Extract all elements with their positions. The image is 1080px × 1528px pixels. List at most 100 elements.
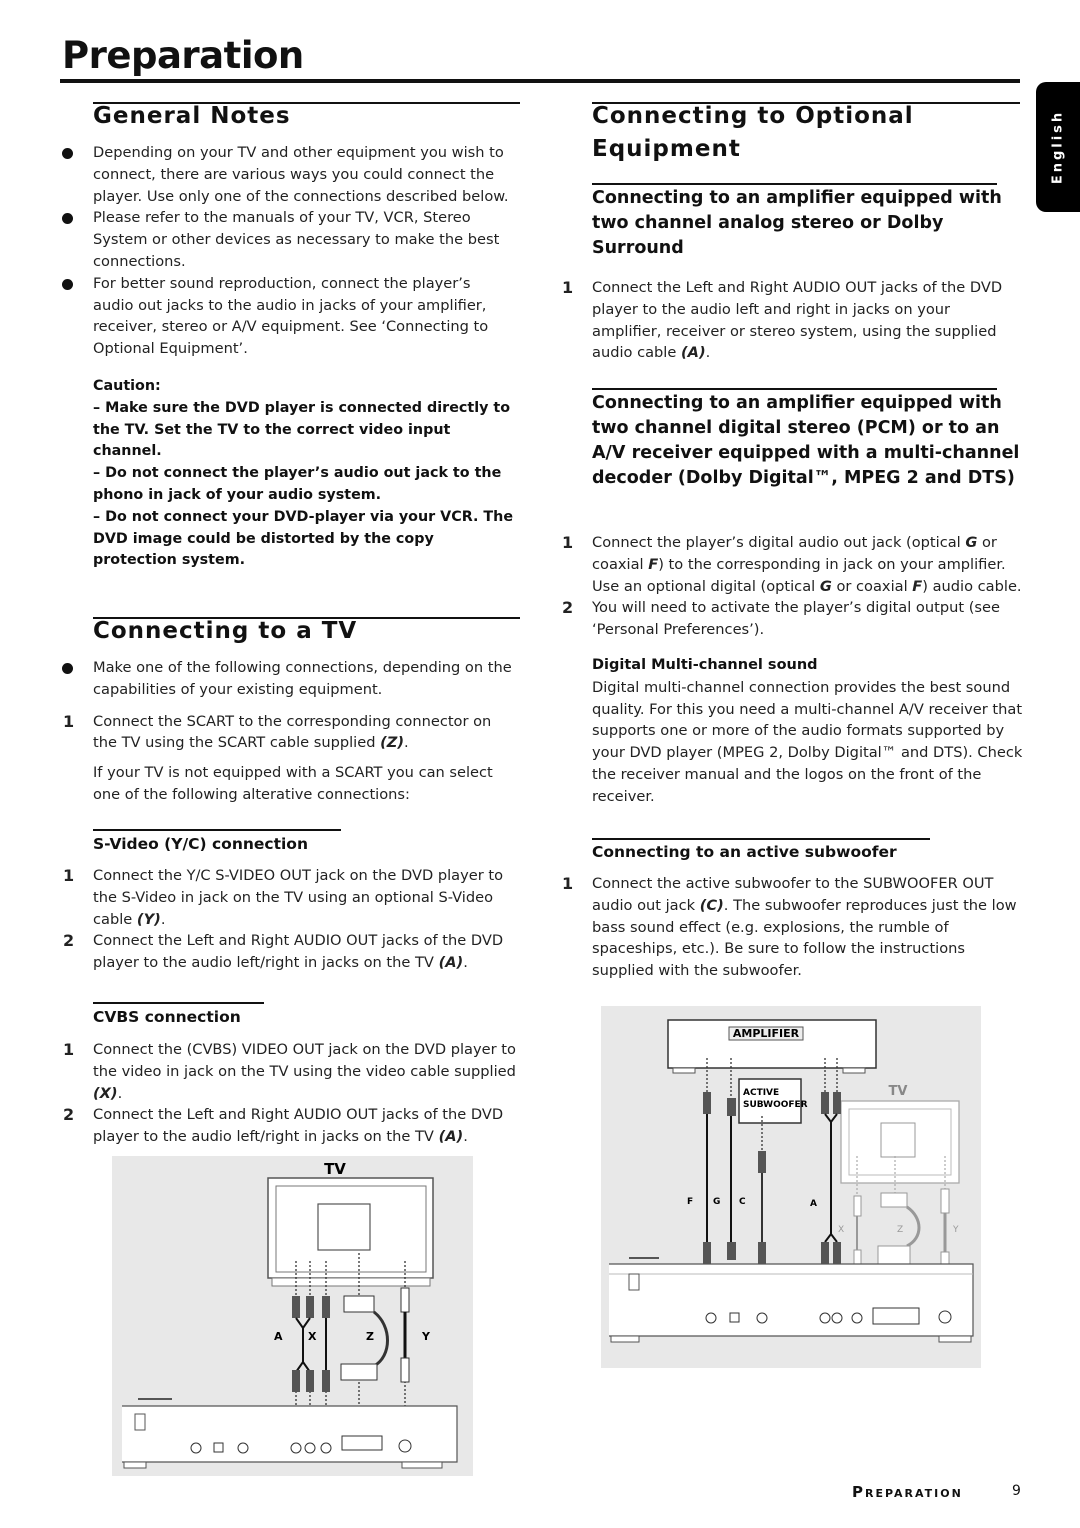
svideo-cable-y <box>940 1188 950 1277</box>
optical-cable-g <box>727 1098 736 1260</box>
analog-heading: Connecting to an amplifier equipped with… <box>592 188 1002 258</box>
step-number: 1 <box>562 533 574 552</box>
amplifier-label: AMPLIFIER <box>733 1027 800 1040</box>
list-item: Make one of the following connections, d… <box>62 657 513 701</box>
svideo-heading: S-Video (Y/C) connection <box>93 835 308 853</box>
tv-label: TV <box>324 1160 346 1178</box>
step-item: 1 Connect the Left and Right AUDIO OUT j… <box>562 278 1003 362</box>
caution-label: Caution: <box>93 378 161 394</box>
caution-line: – Do not connect your DVD-player via you… <box>93 508 514 569</box>
subsection-rule <box>93 829 341 831</box>
svideo-steps: 1 Connect the Y/C S-VIDEO OUT jack on th… <box>63 865 523 974</box>
bullet-icon <box>62 213 73 225</box>
active-subwoofer-icon: ACTIVE SUBWOOFER <box>738 1078 808 1124</box>
scart-cable-z <box>340 1295 389 1381</box>
tv-label: TV <box>889 1084 908 1099</box>
cable-ref: (Z) <box>380 734 405 752</box>
page-number: 9 <box>1012 1483 1021 1499</box>
cable-label-c: C <box>739 1197 746 1207</box>
step-item: 1 Connect the (CVBS) VIDEO OUT jack on t… <box>63 1040 516 1102</box>
cable-label-a: A <box>274 1330 283 1343</box>
step-item: 1 Connect the SCART to the corresponding… <box>63 711 492 752</box>
svideo-cable-y <box>400 1287 410 1383</box>
cable-label-y: Y <box>421 1330 431 1343</box>
multichannel-heading: Digital Multi-channel sound <box>592 656 818 673</box>
audio-cable-a <box>292 1296 314 1392</box>
subwoofer-heading: Connecting to an active subwoofer <box>592 843 897 861</box>
tv-icon <box>840 1100 960 1184</box>
title-rule <box>60 79 1020 83</box>
optional-equipment-heading: Connecting to Optional Equipment <box>592 103 914 162</box>
digital-steps: 1 Connect the player’s digital audio out… <box>562 532 1024 808</box>
cable-ref: (A) <box>438 1128 464 1146</box>
step-number: 1 <box>562 874 574 893</box>
cable-label-y: Y <box>952 1225 959 1235</box>
page-title: Preparation <box>62 34 304 77</box>
list-item: Depending on your TV and other equipment… <box>62 142 513 207</box>
tv-connection-diagram: TV A X Z Y <box>112 1156 473 1476</box>
list-item: For better sound reproduction, connect t… <box>62 273 513 360</box>
subsection-rule <box>592 838 930 840</box>
tv-diagram-svg: TV A X Z Y <box>122 1160 458 1469</box>
dvd-player-back-panel <box>122 1398 458 1469</box>
general-notes-heading: General Notes <box>93 103 291 129</box>
footer-section-label: Preparation <box>852 1483 963 1501</box>
step-number: 1 <box>63 866 75 885</box>
step-item: 2 Connect the Left and Right AUDIO OUT j… <box>63 931 504 972</box>
subsection-rule <box>592 183 997 185</box>
step-number: 1 <box>63 1040 75 1059</box>
video-cable-x <box>322 1296 330 1392</box>
subsection-rule <box>93 1002 264 1004</box>
cvbs-heading: CVBS connection <box>93 1008 241 1026</box>
step-item: 1 Connect the active subwoofer to the SU… <box>562 874 1017 980</box>
step-item: 2 You will need to activate the player’s… <box>562 598 1000 639</box>
coaxial-cable-f <box>703 1092 711 1264</box>
step-number: 2 <box>63 931 75 951</box>
cvbs-steps: 1 Connect the (CVBS) VIDEO OUT jack on t… <box>63 1039 523 1148</box>
bullet-icon <box>62 663 73 674</box>
subsection-rule <box>592 388 997 390</box>
subwoofer-cable-c <box>758 1151 766 1264</box>
cable-label-x: X <box>838 1225 844 1235</box>
cable-ref: (C) <box>699 896 724 914</box>
cable-label-a: A <box>810 1199 817 1209</box>
cable-ref: (Y) <box>136 910 161 928</box>
cable-labels: A X Z Y <box>274 1330 431 1343</box>
step-number: 2 <box>63 1105 75 1125</box>
cable-ref: (A) <box>680 344 706 362</box>
optional-equipment-diagram: AMPLIFIER ACTIVE SUBWOOFER TV F G C A X … <box>601 1006 981 1368</box>
bullet-icon <box>62 148 73 159</box>
caution-line: – Do not connect the player’s audio out … <box>93 465 502 503</box>
cable-label-z: Z <box>897 1225 903 1235</box>
cable-label-f: F <box>687 1197 693 1207</box>
list-item: Please refer to the manuals of your TV, … <box>62 207 513 272</box>
bullet-icon <box>62 278 73 290</box>
language-tab-label: English <box>1050 109 1066 185</box>
step-number: 1 <box>63 711 75 731</box>
cable-label-x: X <box>308 1330 317 1343</box>
alternative-note: If your TV is not equipped with a SCART … <box>93 764 493 803</box>
caution-line: – Make sure the DVD player is connected … <box>93 399 511 460</box>
caution-block: Caution: – Make sure the DVD player is c… <box>93 376 518 572</box>
cable-label-g: G <box>713 1197 720 1207</box>
optional-diagram-svg: AMPLIFIER ACTIVE SUBWOOFER TV F G C A X … <box>609 1019 974 1343</box>
tv-icon <box>267 1177 434 1287</box>
cable-ref: (A) <box>438 954 464 972</box>
general-notes-list: Depending on your TV and other equipment… <box>62 142 513 360</box>
cable-ref: (X) <box>93 1084 118 1102</box>
digital-heading: Connecting to an amplifier equipped with… <box>592 393 1020 488</box>
language-tab: English <box>1036 82 1080 212</box>
connecting-tv-heading: Connecting to a TV <box>93 618 358 644</box>
cable-label-z: Z <box>366 1330 374 1343</box>
dvd-player-back-panel <box>609 1257 974 1343</box>
amplifier-icon: AMPLIFIER <box>667 1019 877 1074</box>
step-number: 2 <box>562 598 574 618</box>
connecting-tv-intro: Make one of the following connections, d… <box>62 657 513 806</box>
subwoofer-label-2: SUBWOOFER <box>743 1100 808 1110</box>
video-cable-x <box>853 1195 862 1271</box>
subwoofer-label-1: ACTIVE <box>743 1088 779 1098</box>
analog-steps: 1 Connect the Left and Right AUDIO OUT j… <box>562 277 1022 364</box>
subwoofer-steps: 1 Connect the active subwoofer to the SU… <box>562 873 1024 982</box>
step-item: 1 Connect the Y/C S-VIDEO OUT jack on th… <box>63 866 504 928</box>
step-item: 1 Connect the player’s digital audio out… <box>562 533 1022 595</box>
